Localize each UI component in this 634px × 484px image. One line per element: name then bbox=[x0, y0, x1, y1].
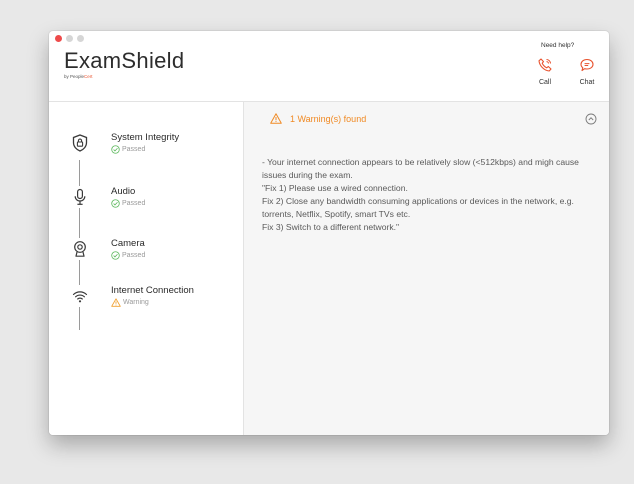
check-camera[interactable]: Camera Passed bbox=[49, 238, 243, 278]
check-circle-icon bbox=[111, 145, 120, 154]
shield-icon bbox=[70, 132, 90, 154]
warning-header[interactable]: 1 Warning(s) found bbox=[270, 113, 366, 124]
check-name: Camera bbox=[111, 238, 145, 249]
header: ExamShield by PeopleCert Need help? Call bbox=[49, 31, 609, 102]
check-name: Audio bbox=[111, 186, 136, 197]
message-line: Fix 3) Switch to a different network." bbox=[262, 221, 400, 232]
warning-count: 1 Warning(s) found bbox=[290, 113, 367, 124]
message-line: Fix 2) Close any bandwidth consuming app… bbox=[262, 195, 574, 219]
warning-message: - Your internet connection appears to be… bbox=[262, 156, 602, 233]
check-status: Passed bbox=[111, 251, 145, 260]
message-line: - Your internet connection appears to be… bbox=[262, 157, 579, 180]
check-status: Passed bbox=[111, 199, 145, 208]
check-audio[interactable]: Audio Passed bbox=[49, 186, 243, 226]
chevron-up-circle-icon bbox=[585, 113, 597, 125]
help-panel: Need help? Call Chat bbox=[489, 39, 609, 99]
app-logo: ExamShield by PeopleCert bbox=[64, 48, 185, 80]
collapse-button[interactable] bbox=[585, 112, 597, 130]
check-circle-icon bbox=[111, 251, 120, 260]
wifi-icon bbox=[70, 285, 90, 307]
check-circle-icon bbox=[111, 199, 120, 208]
result-panel: 1 Warning(s) found - Your internet conne… bbox=[244, 102, 609, 435]
microphone-icon bbox=[70, 186, 90, 208]
check-status: Passed bbox=[111, 145, 145, 154]
check-name: System Integrity bbox=[111, 132, 180, 143]
warning-icon bbox=[270, 113, 282, 124]
check-internet-connection[interactable]: Internet Connection Warning bbox=[49, 285, 243, 325]
check-system-integrity[interactable]: System Integrity Passed bbox=[49, 132, 243, 172]
check-name: Internet Connection bbox=[111, 285, 194, 296]
check-status: Warning bbox=[111, 298, 149, 307]
phone-icon bbox=[538, 58, 552, 72]
app-window: ExamShield by PeopleCert Need help? Call bbox=[49, 31, 609, 435]
chat-button[interactable]: Chat bbox=[571, 57, 603, 86]
checks-sidebar: System Integrity Passed Audio Passed Cam… bbox=[49, 102, 244, 435]
camera-icon bbox=[70, 238, 90, 260]
app-title: ExamShield bbox=[64, 48, 185, 73]
chat-icon bbox=[580, 58, 594, 72]
chat-label: Chat bbox=[579, 79, 595, 86]
message-line: "Fix 1) Please use a wired connection. bbox=[262, 182, 408, 193]
warning-icon bbox=[111, 298, 121, 307]
call-button[interactable]: Call bbox=[529, 57, 561, 86]
help-title: Need help? bbox=[541, 42, 575, 49]
call-label: Call bbox=[538, 79, 552, 86]
app-byline: by PeopleCert bbox=[64, 74, 93, 79]
